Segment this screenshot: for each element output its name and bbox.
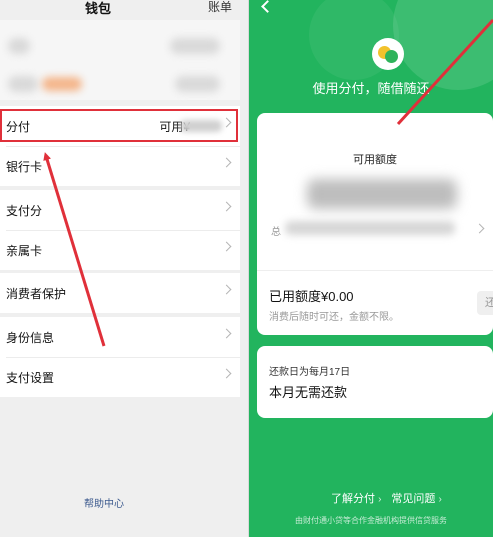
credit-card: 可用额度 总 已用额度¥0.00 消费后随时可还，金额不限。 还款 [257,113,493,335]
blurred-text [170,38,220,54]
blurred-badge [42,77,82,91]
slogan: 使用分付，随借随还 [312,81,430,96]
menu-item-label: 银行卡 [6,159,43,174]
blurred-credit-amount [307,179,457,209]
menu-group-4: 身份信息 支付设置 [0,317,240,397]
divider [257,270,493,271]
fenfu-highlight-box [0,109,238,142]
menu-group-2: 支付分 亲属卡 [0,190,240,270]
fenfu-panel: 使用分付，随借随还 可用额度 总 已用额度¥0.00 消费后随时可还，金额不限。… [249,0,493,537]
menu-item-pay-settings[interactable]: 支付设置 [0,357,240,397]
chevron-right-icon: › [378,494,382,505]
wallet-panel: 钱包 账单 分付 可用¥ 银行卡 支付分 亲属卡 消费者保护 身份信息 支付设置… [0,0,248,537]
decorative-circle [393,0,493,90]
chevron-right-icon [221,201,232,212]
back-arrow-icon[interactable] [261,0,274,13]
blurred-text [175,76,220,92]
chevron-right-icon [221,157,232,168]
menu-item-consumer-protection[interactable]: 消费者保护 [0,273,240,313]
link-label: 了解分付 [331,493,375,505]
footer-links: 了解分付 › 常见问题 › [331,490,442,506]
menu-item-identity[interactable]: 身份信息 [0,317,240,357]
menu-item-label: 支付分 [6,203,43,218]
blurred-total-credit [285,221,455,235]
menu-item-pay-score[interactable]: 支付分 [0,190,240,230]
blurred-text [8,38,30,54]
bill-link[interactable]: 账单 [208,0,232,15]
link-label: 常见问题 [391,493,436,505]
fenfu-logo-icon [372,38,404,70]
logo-green-dot [385,50,398,63]
learn-fenfu-link[interactable]: 了解分付 › [331,490,381,506]
menu-item-label: 消费者保护 [6,286,67,301]
chevron-right-icon [221,284,232,295]
available-credit-label: 可用额度 [353,154,397,166]
wallet-header: 钱包 账单 [0,0,248,16]
total-credit-prefix: 总 [271,227,281,238]
chevron-right-icon [221,328,232,339]
repayment-day: 还款日为每月17日 [269,367,351,378]
page-title: 钱包 [85,1,112,16]
chevron-right-icon [221,368,232,379]
faq-link[interactable]: 常见问题 › [391,490,441,506]
help-center-link[interactable]: 帮助中心 [84,495,124,510]
used-credit-note: 消费后随时可还，金额不限。 [269,312,399,323]
menu-item-label: 支付设置 [6,370,55,385]
menu-item-bank-card[interactable]: 银行卡 [0,146,240,186]
menu-item-label: 身份信息 [6,330,55,345]
repay-button[interactable]: 还款 [477,291,493,315]
chevron-right-icon[interactable] [474,223,485,234]
chevron-right-icon [221,241,232,252]
blurred-balance-card [0,20,240,100]
blurred-text [8,76,38,92]
repayment-card: 还款日为每月17日 本月无需还款 [257,346,493,418]
used-credit: 已用额度¥0.00 [269,289,354,304]
menu-item-family-card[interactable]: 亲属卡 [0,230,240,270]
repayment-status: 本月无需还款 [269,385,348,400]
menu-group-3: 消费者保护 [0,273,240,313]
menu-item-label: 亲属卡 [6,243,43,258]
chevron-right-icon: › [438,494,442,505]
disclaimer-text: 由财付通小贷等合作金融机构提供信贷服务 [295,516,447,525]
